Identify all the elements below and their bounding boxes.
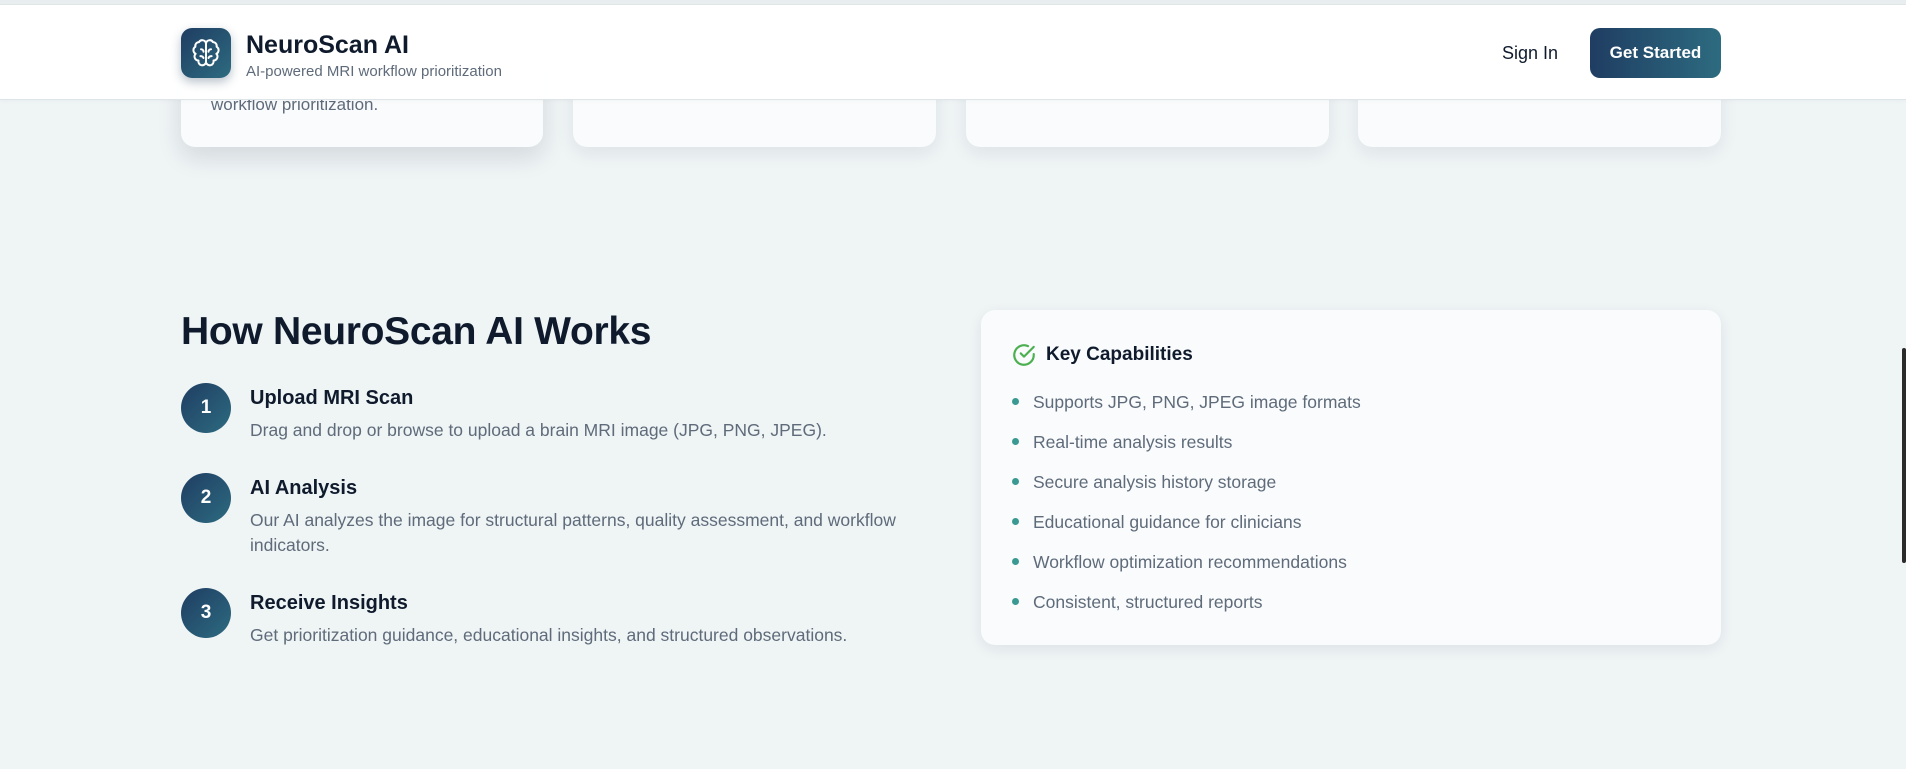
brand-tagline: AI-powered MRI workflow prioritization [246,63,502,80]
list-item: Educational guidance for clinicians [1011,511,1361,551]
list-item-text: Consistent, structured reports [1033,592,1263,612]
bullet-dot [1012,398,1019,405]
list-item-text: Educational guidance for clinicians [1033,512,1302,532]
scrollbar-thumb[interactable] [1902,348,1906,563]
list-item: Real-time analysis results [1011,431,1361,471]
step-title: Receive Insights [250,592,408,614]
bullet-dot [1012,478,1019,485]
list-item: Secure analysis history storage [1011,471,1361,511]
sign-in-button[interactable]: Sign In [1490,43,1570,64]
list-item: Consistent, structured reports [1011,591,1361,631]
list-item: Workflow optimization recommendations [1011,551,1361,591]
site-header: NeuroScan AI AI-powered MRI workflow pri… [0,5,1906,100]
list-item: Supports JPG, PNG, JPEG image formats [1011,391,1361,431]
capabilities-title: Key Capabilities [1046,344,1193,365]
step-title: Upload MRI Scan [250,387,414,409]
get-started-button[interactable]: Get Started [1590,28,1721,78]
step-number-badge: 1 [181,383,231,433]
bullet-dot [1012,518,1019,525]
section-title: How NeuroScan AI Works [181,310,652,353]
brand-name[interactable]: NeuroScan AI [246,31,409,60]
step-number-badge: 2 [181,473,231,523]
brand-logo[interactable] [181,28,231,78]
list-item-text: Workflow optimization recommendations [1033,552,1347,572]
step-description: Drag and drop or browse to upload a brai… [250,420,827,440]
list-item-text: Supports JPG, PNG, JPEG image formats [1033,392,1361,412]
list-item-text: Real-time analysis results [1033,432,1233,452]
step-description: Our AI analyzes the image for structural… [250,510,896,555]
brain-icon [192,39,220,67]
list-item-text: Secure analysis history storage [1033,472,1277,492]
check-circle-icon [1013,344,1035,366]
step-number-badge: 3 [181,588,231,638]
step-title: AI Analysis [250,477,358,499]
bullet-dot [1012,598,1019,605]
capabilities-list: Supports JPG, PNG, JPEG image formats Re… [1011,391,1361,631]
step-description: Get prioritization guidance, educational… [250,625,848,645]
bullet-dot [1012,558,1019,565]
bullet-dot [1012,438,1019,445]
capabilities-card: Key Capabilities Supports JPG, PNG, JPEG… [981,310,1721,645]
page: workflow prioritization. NeuroScan AI AI… [0,0,1906,769]
